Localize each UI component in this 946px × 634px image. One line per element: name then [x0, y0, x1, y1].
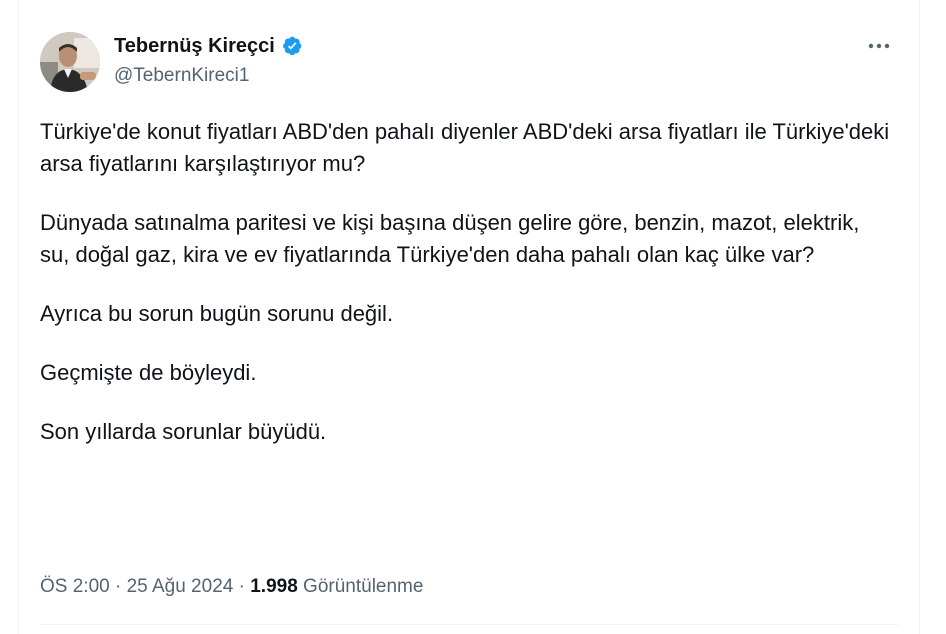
- tweet-paragraph: Geçmişte de böyleydi.: [40, 360, 257, 385]
- avatar[interactable]: [40, 32, 100, 92]
- tweet-card: Tebernüş Kireçci @TebernKireci1 Türkiye'…: [18, 0, 920, 634]
- more-options-button[interactable]: [865, 34, 893, 58]
- tweet-date[interactable]: 25 Ağu 2024: [127, 576, 234, 597]
- tweet-meta: ÖS 2:00 · 25 Ağu 2024 · 1.998 Görüntülen…: [40, 574, 423, 600]
- tweet-time[interactable]: ÖS 2:00: [40, 576, 110, 597]
- author-handle[interactable]: @TebernKireci1: [114, 63, 249, 89]
- author-name-row: Tebernüş Kireçci: [114, 33, 303, 59]
- views-count[interactable]: 1.998: [250, 576, 298, 597]
- tweet-paragraph: Türkiye'de konut fiyatları ABD'den pahal…: [40, 119, 890, 176]
- tweet-paragraph: Dünyada satınalma paritesi ve kişi başın…: [40, 210, 860, 267]
- divider: [40, 624, 898, 625]
- tweet-paragraph: Ayrıca bu sorun bugün sorunu değil.: [40, 301, 394, 326]
- views-label[interactable]: Görüntülenme: [303, 576, 423, 597]
- more-horizontal-icon: [868, 43, 890, 49]
- meta-separator: ·: [233, 576, 251, 597]
- verified-badge-icon[interactable]: [281, 35, 303, 57]
- tweet-paragraph: Son yıllarda sorunlar büyüdü.: [40, 419, 327, 444]
- tweet-text: Türkiye'de konut fiyatları ABD'den pahal…: [40, 116, 890, 448]
- author-display-name[interactable]: Tebernüş Kireçci: [114, 33, 275, 59]
- meta-separator: ·: [109, 576, 127, 597]
- avatar-photo-icon: [40, 32, 100, 92]
